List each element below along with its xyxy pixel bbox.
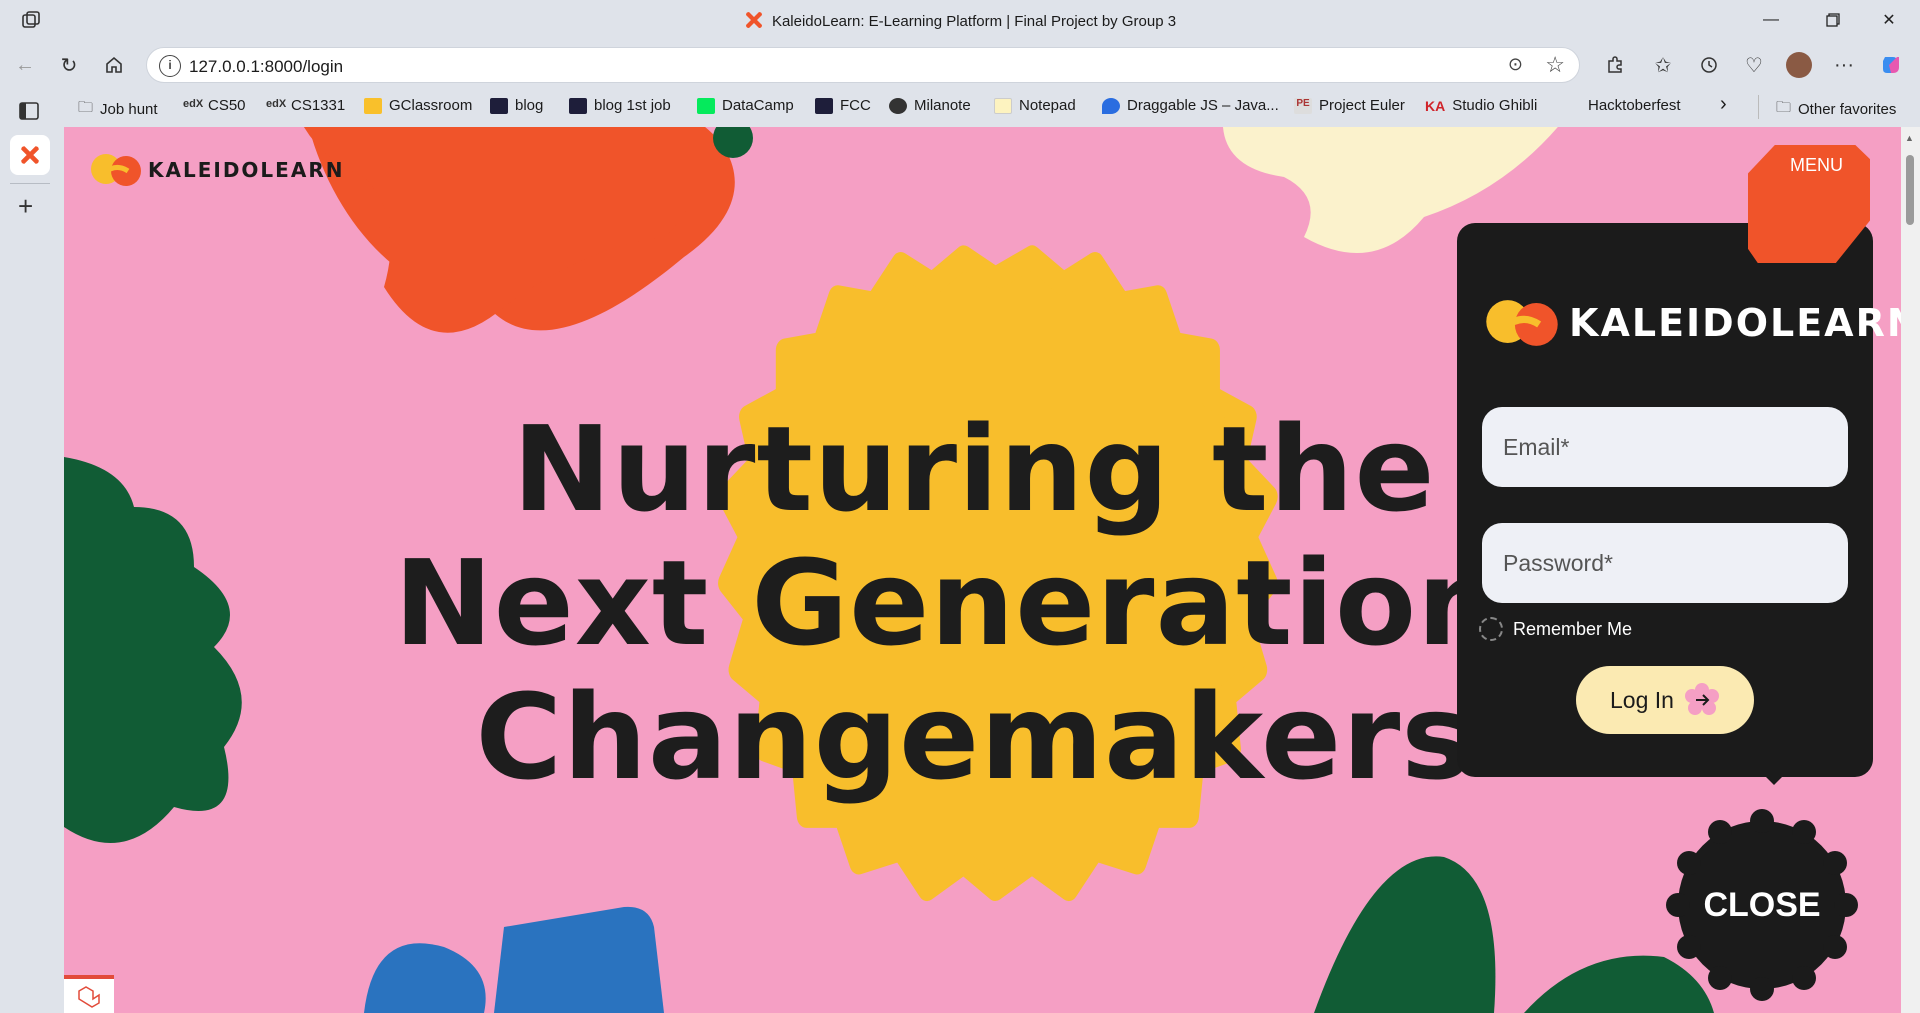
site-info-icon[interactable]: i: [159, 55, 181, 77]
back-icon[interactable]: ←: [10, 50, 40, 80]
tab-kaleidolearn[interactable]: [10, 135, 50, 175]
hero-heading: Nurturing the Next Generation of Changem…: [394, 400, 1679, 806]
classroom-icon: [364, 97, 382, 114]
bookmark-notepad[interactable]: Notepad: [994, 97, 1076, 114]
green-flower-shape: [64, 457, 242, 843]
kaleidolearn-logo-icon: [91, 154, 141, 186]
favorites-icon[interactable]: ✩: [1648, 50, 1678, 80]
bookmark-cs1331[interactable]: edX CS1331: [266, 97, 345, 114]
blue-blob-shape: [364, 943, 486, 1013]
remember-me-checkbox[interactable]: Remember Me: [1479, 617, 1632, 641]
kaleidolearn-tab-icon: [21, 146, 39, 164]
blue-square-shape: [494, 906, 664, 1013]
bookmark-datacamp[interactable]: DataCamp: [697, 97, 794, 114]
edx-icon: edX: [266, 97, 287, 110]
performance-icon[interactable]: ♡: [1739, 50, 1769, 80]
minimize-icon[interactable]: —: [1748, 6, 1794, 34]
laravel-debug-icon[interactable]: [64, 975, 114, 1013]
login-button-label: Log In: [1610, 686, 1674, 713]
site-icon: [815, 97, 833, 114]
bookmark-blog-1st-job[interactable]: blog 1st job: [569, 97, 671, 114]
scroll-up-icon[interactable]: ▲: [1905, 133, 1914, 143]
folder-icon: 🗀: [78, 99, 94, 116]
ka-icon: KA: [1425, 97, 1446, 114]
notepad-icon: [994, 97, 1012, 114]
new-tab-icon[interactable]: +: [18, 191, 33, 222]
close-label: CLOSE: [1703, 885, 1821, 924]
remember-me-label: Remember Me: [1513, 618, 1633, 639]
url-text[interactable]: 127.0.0.1:8000/login: [189, 57, 343, 77]
email-field[interactable]: [1482, 407, 1848, 487]
bookmark-project-euler[interactable]: PE Project Euler: [1294, 97, 1405, 114]
folder-icon: 🗀: [1776, 99, 1792, 116]
hero-line-3: Changemakers: [475, 668, 1473, 806]
close-button[interactable]: CLOSE: [1664, 807, 1860, 1003]
kaleidolearn-logo-icon: [1486, 300, 1558, 346]
restore-icon[interactable]: [1810, 6, 1856, 34]
window-title: KaleidoLearn: E-Learning Platform | Fina…: [0, 10, 1920, 30]
orange-blob-shape-2: [304, 127, 696, 333]
window-title-text: KaleidoLearn: E-Learning Platform | Fina…: [771, 13, 1177, 30]
green-leaf-shape: [1314, 856, 1496, 1013]
panel-brand-name: KALEIDOLEARN: [1569, 301, 1901, 345]
euler-icon: PE: [1294, 97, 1312, 114]
bookmark-hacktoberfest[interactable]: Hacktoberfest: [1588, 97, 1681, 114]
bookmark-job-hunt[interactable]: 🗀 Job hunt: [78, 97, 158, 122]
page-scrollbar[interactable]: ▲: [1901, 127, 1920, 1013]
vertical-tabs-sidebar: +: [0, 87, 62, 1013]
bookmark-draggable-js[interactable]: Draggable JS – Java...: [1102, 97, 1279, 114]
home-icon[interactable]: [99, 50, 129, 80]
extensions-icon[interactable]: [1600, 50, 1630, 80]
profile-avatar[interactable]: [1784, 50, 1814, 80]
login-button[interactable]: Log In: [1576, 666, 1754, 734]
bookmark-milanote[interactable]: Milanote: [889, 97, 971, 114]
checkbox-icon[interactable]: [1479, 617, 1503, 641]
milanote-icon: [889, 97, 907, 114]
refresh-icon[interactable]: ↻: [54, 50, 84, 80]
drop-icon: [1102, 97, 1120, 114]
hero-line-1: Nurturing the: [512, 400, 1436, 538]
site-logo[interactable]: KALEIDOLEARN: [88, 149, 344, 191]
copilot-icon[interactable]: [1876, 50, 1906, 80]
hero-line-2: Next Generation of: [394, 534, 1679, 672]
bookmark-cs50[interactable]: edX CS50: [183, 97, 246, 114]
edx-icon: edX: [183, 97, 204, 110]
settings-more-icon[interactable]: ···: [1829, 50, 1859, 80]
bookmark-other-favorites[interactable]: 🗀 Other favorites: [1776, 97, 1896, 122]
bookmark-blog[interactable]: blog: [490, 97, 543, 114]
panel-logo: KALEIDOLEARN: [1479, 293, 1901, 353]
chevron-right-icon[interactable]: ›: [1720, 93, 1727, 116]
scrollbar-thumb[interactable]: [1906, 155, 1914, 225]
bookmark-fcc[interactable]: FCC: [815, 97, 871, 114]
bookmark-gclassroom[interactable]: GClassroom: [364, 97, 472, 114]
address-bar[interactable]: i 127.0.0.1:8000/login ⊙ ☆: [146, 47, 1580, 83]
panel-pointer: [1764, 775, 1784, 785]
tab-actions-icon[interactable]: [18, 101, 40, 126]
bookmark-studio-ghibli[interactable]: KA Studio Ghibli: [1425, 97, 1537, 114]
title-bar: KaleidoLearn: E-Learning Platform | Fina…: [0, 0, 1920, 42]
favorite-star-icon[interactable]: ☆: [1545, 52, 1565, 78]
password-field[interactable]: [1482, 523, 1848, 603]
navigation-bar: ← ↻ i 127.0.0.1:8000/login ⊙ ☆ ✩ ♡ ···: [0, 42, 1920, 87]
bookmarks-divider: [1758, 95, 1759, 119]
page-viewport: KALEIDOLEARN Nurturing the Next Generati…: [64, 127, 1901, 1013]
bookmarks-bar: 🗀 Job hunt edX CS50 edX CS1331 GClassroom b…: [0, 89, 1920, 127]
login-panel: KALEIDOLEARN Remember Me Log In: [1457, 223, 1901, 785]
site-icon: [569, 97, 587, 114]
site-icon: [490, 97, 508, 114]
more-tools-icon[interactable]: ⊙: [1508, 54, 1523, 75]
datacamp-icon: [697, 97, 715, 114]
sidebar-divider: [10, 183, 50, 184]
brand-name: KALEIDOLEARN: [148, 158, 345, 182]
arrow-right-icon: [1684, 682, 1720, 718]
kaleidolearn-favicon-icon: [745, 12, 762, 28]
menu-label: MENU: [1790, 155, 1843, 175]
close-icon[interactable]: ✕: [1866, 6, 1912, 34]
history-icon[interactable]: [1694, 50, 1724, 80]
